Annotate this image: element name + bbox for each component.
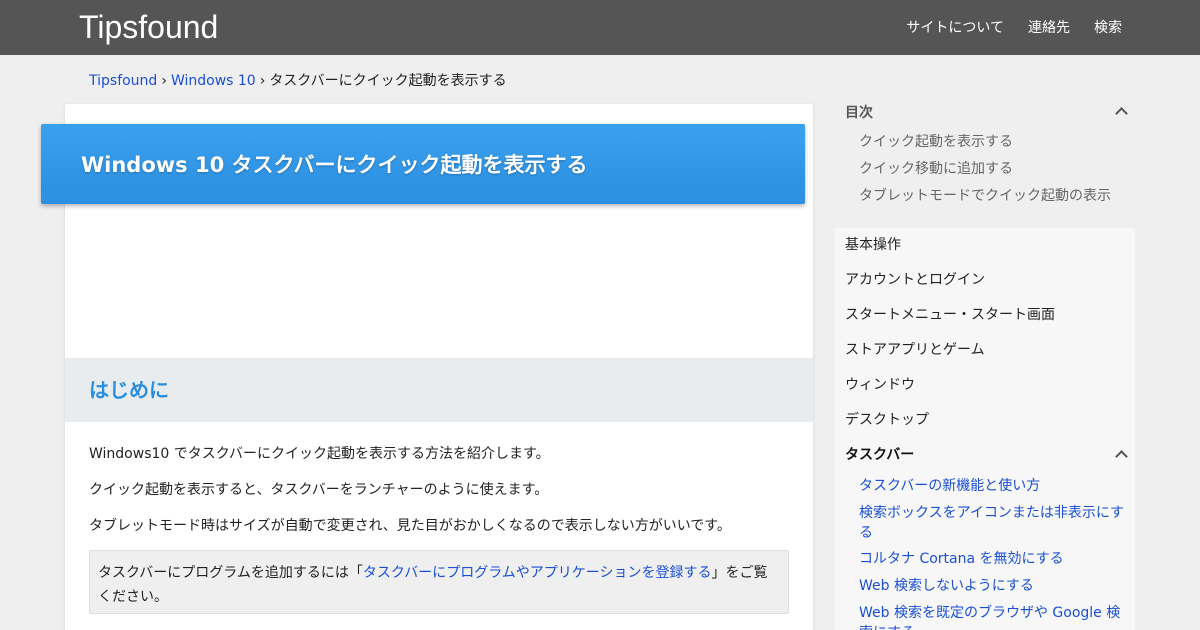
article-paragraph: タブレットモード時はサイズが自動で変更され、見た目がおかしくなるので表示しない方… xyxy=(89,518,731,534)
toc-item[interactable]: クイック移動に追加する xyxy=(859,159,1013,179)
site-header: Tipsfound サイトについて 連絡先 検索 xyxy=(0,0,1200,55)
article-paragraph: クイック起動を表示すると、タスクバーをランチャーのように使えます。 xyxy=(89,482,549,498)
note-text-before: タスクバーにプログラムを追加するには「 xyxy=(98,565,363,581)
breadcrumb-windows10-link[interactable]: Windows 10 xyxy=(171,73,256,89)
category-store-apps[interactable]: ストアアプリとゲーム xyxy=(845,340,985,360)
category-start-menu[interactable]: スタートメニュー・スタート画面 xyxy=(845,305,1055,325)
category-basic-operations[interactable]: 基本操作 xyxy=(845,235,901,255)
category-taskbar[interactable]: タスクバー xyxy=(845,445,914,465)
nav-contact-link[interactable]: 連絡先 xyxy=(1028,18,1070,38)
article-title: Windows 10 タスクバーにクイック起動を表示する xyxy=(81,153,588,177)
breadcrumb: Tipsfound › Windows 10 › タスクバーにクイック起動を表示する xyxy=(89,71,507,91)
chevron-up-icon[interactable] xyxy=(1115,450,1128,463)
toc-item[interactable]: クイック起動を表示する xyxy=(859,132,1013,152)
sub-item-disable-web-search[interactable]: Web 検索しないようにする xyxy=(859,576,1129,596)
sub-item-taskbar-new-features[interactable]: タスクバーの新機能と使い方 xyxy=(859,476,1129,496)
top-nav: サイトについて 連絡先 検索 xyxy=(906,18,1122,38)
sub-item-search-box-icon[interactable]: 検索ボックスをアイコンまたは非表示にする xyxy=(859,503,1129,543)
breadcrumb-home-link[interactable]: Tipsfound xyxy=(89,73,157,89)
category-window[interactable]: ウィンドウ xyxy=(845,375,915,395)
breadcrumb-separator: › xyxy=(259,73,266,89)
category-account-login[interactable]: アカウントとログイン xyxy=(845,270,985,290)
nav-search-link[interactable]: 検索 xyxy=(1094,18,1122,38)
breadcrumb-separator: › xyxy=(161,73,167,89)
sub-item-web-search-browser[interactable]: Web 検索を既定のブラウザや Google 検索にする xyxy=(859,603,1129,630)
breadcrumb-current: タスクバーにクイック起動を表示する xyxy=(269,73,507,89)
article-paragraph: Windows10 でタスクバーにクイック起動を表示する方法を紹介します。 xyxy=(89,446,550,462)
note-box: タスクバーにプログラムを追加するには「タスクバーにプログラムやアプリケーションを… xyxy=(89,550,789,614)
category-desktop[interactable]: デスクトップ xyxy=(845,410,929,430)
note-link-register-taskbar[interactable]: タスクバーにプログラムやアプリケーションを登録する xyxy=(363,565,712,581)
toc-item[interactable]: タブレットモードでクイック起動の表示 xyxy=(859,186,1111,206)
site-title-link[interactable]: Tipsfound xyxy=(79,8,218,46)
category-nav: 基本操作 アカウントとログイン スタートメニュー・スタート画面 ストアアプリとゲ… xyxy=(835,228,1135,630)
sub-item-disable-cortana[interactable]: コルタナ Cortana を無効にする xyxy=(859,549,1129,569)
nav-about-link[interactable]: サイトについて xyxy=(906,18,1004,38)
section-heading-box: はじめに xyxy=(65,358,813,422)
article-title-banner: Windows 10 タスクバーにクイック起動を表示する xyxy=(41,124,805,204)
toc-heading: 目次 xyxy=(845,105,873,121)
section-heading: はじめに xyxy=(89,378,169,402)
chevron-up-icon[interactable] xyxy=(1115,107,1128,120)
